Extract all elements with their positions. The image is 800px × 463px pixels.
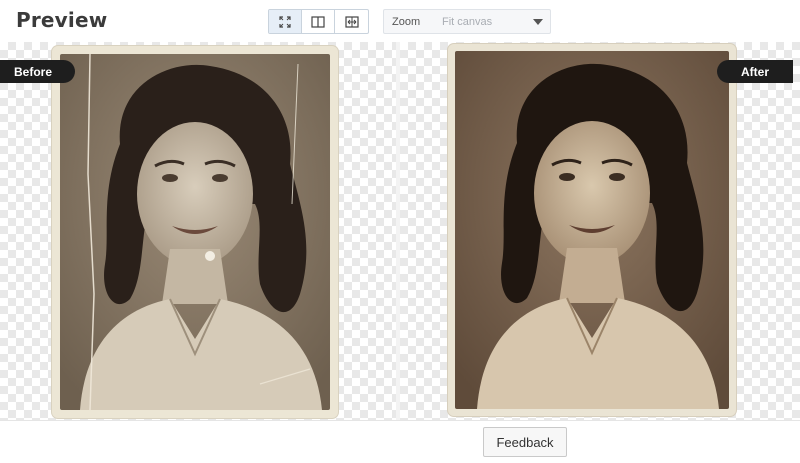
after-photo: [448, 44, 736, 416]
chevron-down-icon: [533, 18, 543, 25]
after-image: [455, 51, 729, 409]
split-view-button[interactable]: [302, 10, 335, 33]
fit-screen-button[interactable]: [269, 10, 302, 33]
side-by-side-icon: [344, 15, 359, 28]
footer: Feedback: [0, 420, 800, 463]
feedback-button[interactable]: Feedback: [483, 427, 567, 457]
zoom-select[interactable]: Zoom Fit canvas: [383, 9, 551, 34]
before-badge: Before: [0, 60, 75, 83]
fit-screen-icon: [279, 15, 291, 28]
view-mode-toggle: [268, 9, 369, 34]
split-divider: [396, 42, 400, 420]
preview-canvas: Before After: [0, 42, 800, 420]
before-image: [60, 54, 330, 410]
zoom-label: Zoom: [392, 15, 421, 28]
before-photo: [52, 46, 338, 418]
page-title: Preview: [16, 8, 108, 32]
split-view-icon: [311, 15, 325, 28]
after-badge: After: [717, 60, 793, 83]
zoom-value: Fit canvas: [442, 15, 493, 28]
side-by-side-button[interactable]: [335, 10, 368, 33]
header: Preview Zoom Fit canvas: [0, 0, 800, 42]
